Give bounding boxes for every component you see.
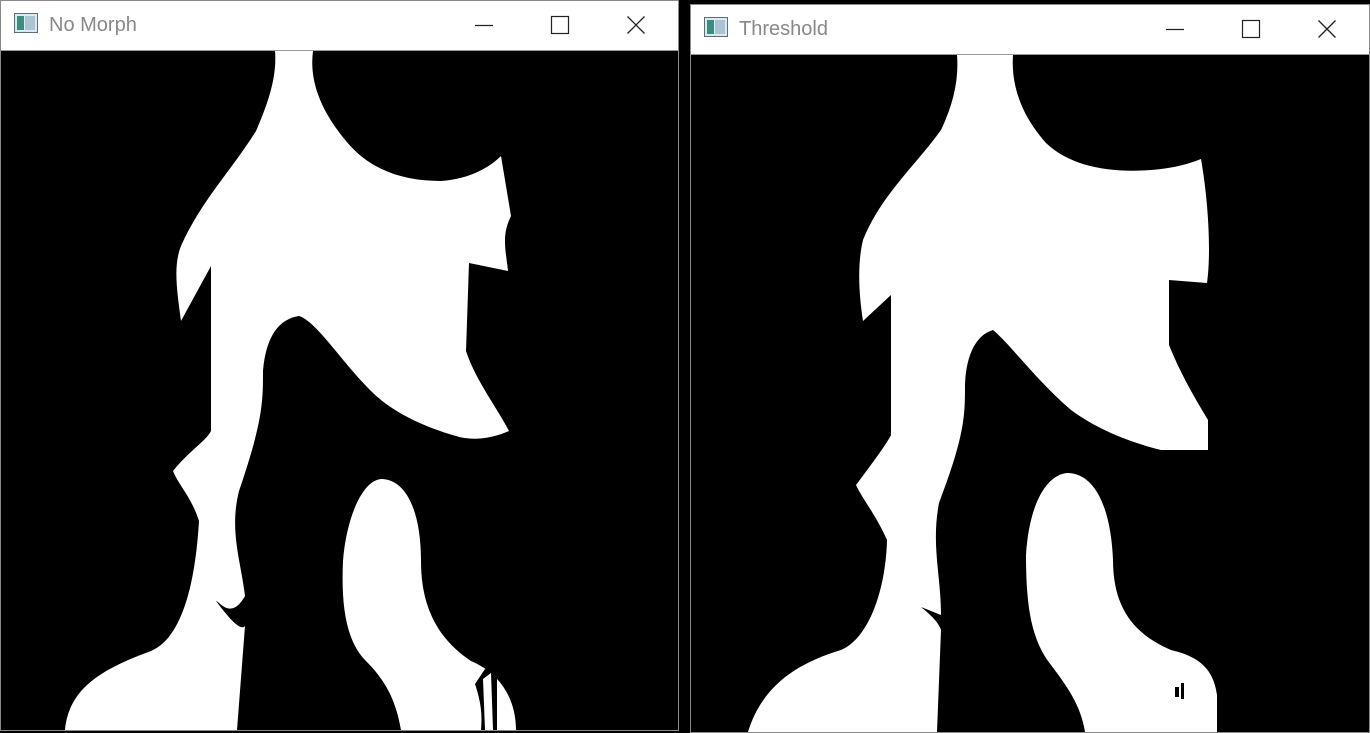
binary-mask-image xyxy=(691,55,1369,732)
window-threshold: Threshold xyxy=(690,4,1370,733)
maximize-icon xyxy=(550,15,570,35)
image-canvas xyxy=(1,51,678,730)
title-bar[interactable]: Threshold xyxy=(691,5,1369,55)
binary-mask-image xyxy=(1,51,678,730)
close-button[interactable] xyxy=(598,1,674,49)
minimize-icon xyxy=(1166,28,1184,31)
close-icon xyxy=(627,16,645,34)
title-bar[interactable]: No Morph xyxy=(1,1,678,51)
window-title: No Morph xyxy=(49,14,137,36)
maximize-button[interactable] xyxy=(522,1,598,49)
minimize-button[interactable] xyxy=(1137,5,1213,53)
maximize-button[interactable] xyxy=(1213,5,1289,53)
image-canvas xyxy=(691,55,1369,732)
close-button[interactable] xyxy=(1289,5,1365,53)
maximize-icon xyxy=(1241,19,1261,39)
app-window-icon xyxy=(704,17,728,37)
window-no-morph: No Morph xyxy=(0,0,679,731)
minimize-icon xyxy=(475,24,493,27)
window-title: Threshold xyxy=(739,18,828,40)
close-icon xyxy=(1318,20,1336,38)
minimize-button[interactable] xyxy=(446,1,522,49)
app-window-icon xyxy=(14,13,38,33)
